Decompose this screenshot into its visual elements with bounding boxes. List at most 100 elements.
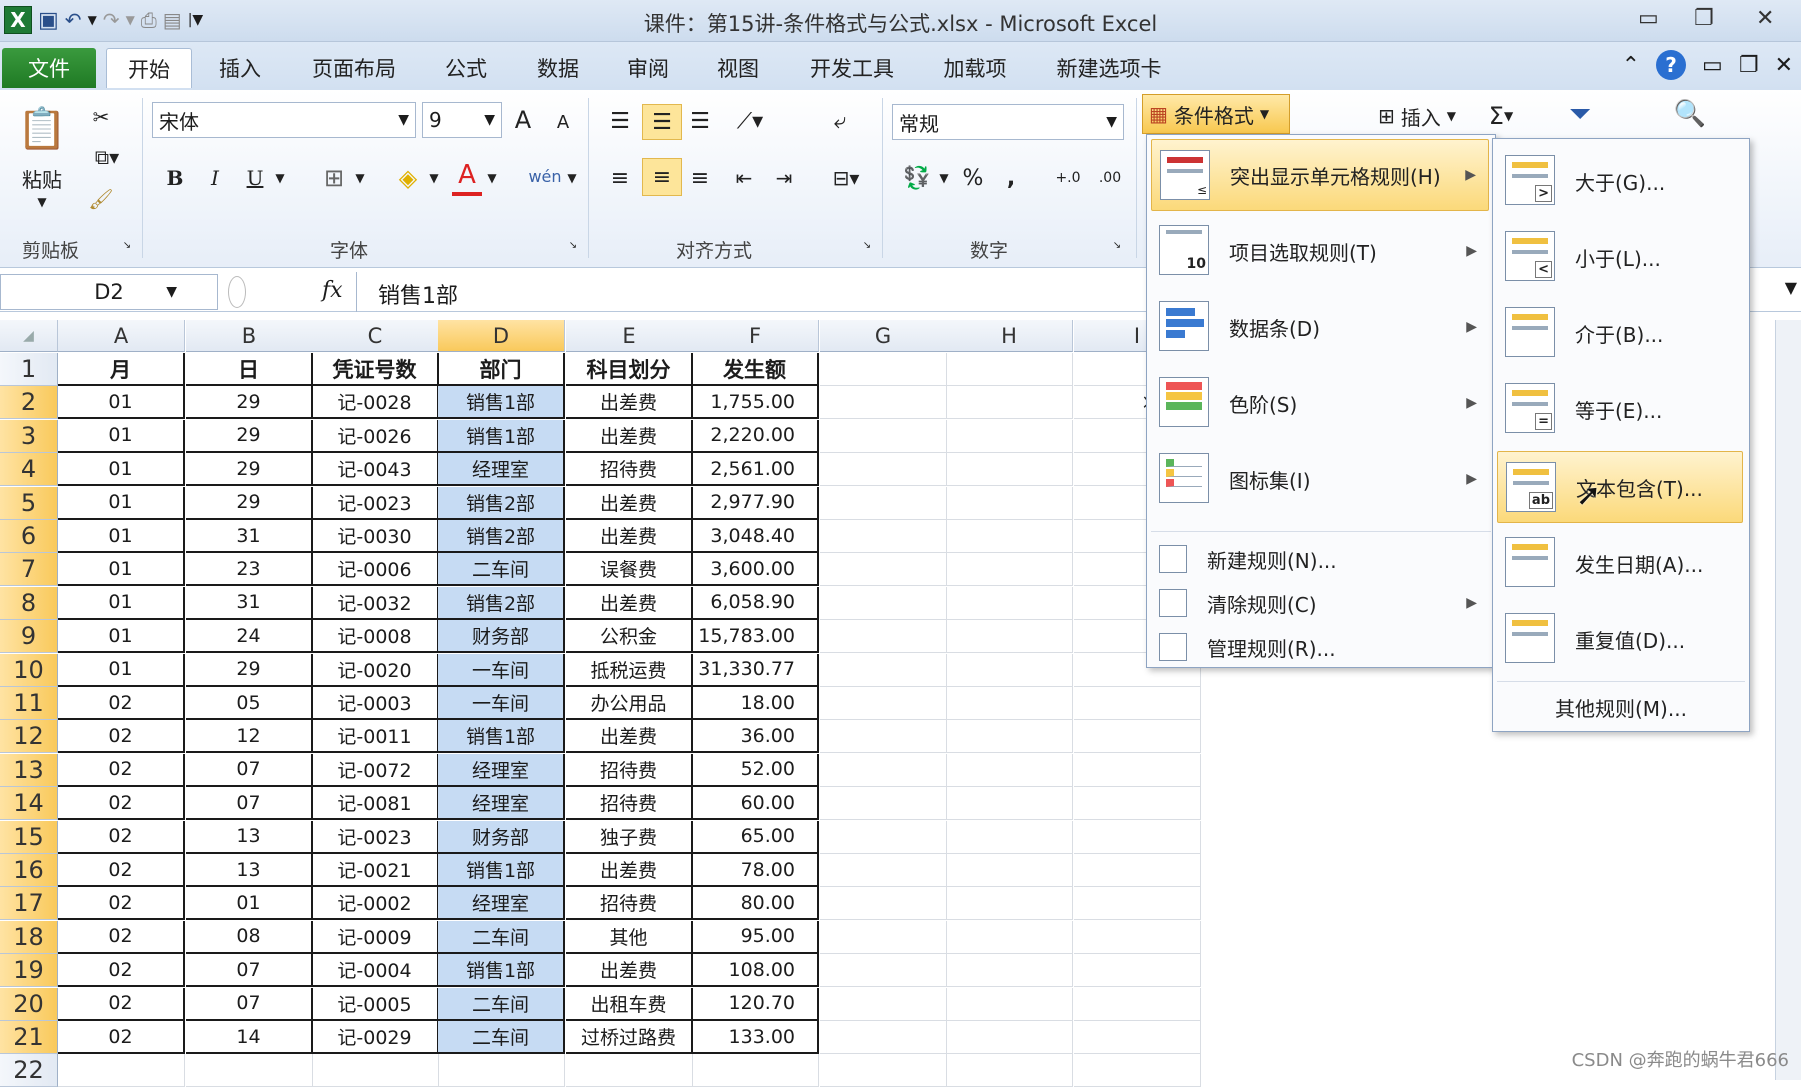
table-cell[interactable]: 01: [58, 419, 185, 453]
select-all-corner[interactable]: ◢: [0, 320, 58, 352]
submenu-item[interactable]: 重复值(D)...: [1497, 603, 1743, 675]
empty-cell[interactable]: [438, 1054, 565, 1087]
table-cell[interactable]: 记-0003: [312, 687, 439, 720]
empty-cell[interactable]: [1074, 1054, 1201, 1087]
table-cell[interactable]: 记-0026: [312, 419, 439, 453]
fill-color-icon[interactable]: ◈: [390, 160, 426, 196]
row-header[interactable]: 8: [0, 586, 58, 620]
table-cell[interactable]: 01: [58, 620, 185, 654]
empty-cell[interactable]: [946, 987, 1073, 1021]
alignment-launcher-icon[interactable]: ↘: [860, 238, 874, 252]
table-cell[interactable]: 31: [186, 586, 313, 620]
selected-cell[interactable]: 二车间: [438, 920, 565, 954]
selected-cell[interactable]: 销售2部: [438, 586, 565, 620]
row-header[interactable]: 14: [0, 787, 58, 821]
table-cell[interactable]: 14: [186, 1021, 313, 1054]
table-cell[interactable]: 出差费: [566, 854, 693, 887]
table-cell[interactable]: 02: [58, 954, 185, 988]
empty-cell[interactable]: [820, 553, 947, 587]
table-cell[interactable]: 抵税运费: [566, 653, 693, 687]
table-cell[interactable]: 23: [186, 553, 313, 587]
table-cell[interactable]: 01: [58, 553, 185, 587]
table-cell[interactable]: 3,600.00: [692, 553, 819, 587]
table-cell[interactable]: 01: [58, 453, 185, 487]
selected-cell[interactable]: 销售2部: [438, 486, 565, 520]
row-header[interactable]: 15: [0, 820, 58, 854]
table-cell[interactable]: 出租车费: [566, 987, 693, 1021]
row-header[interactable]: 3: [0, 419, 58, 453]
table-cell[interactable]: 记-0011: [312, 720, 439, 754]
paste-icon[interactable]: 📋: [14, 98, 70, 158]
accounting-format-icon[interactable]: 💱: [894, 160, 940, 196]
table-cell[interactable]: 6,058.90: [692, 586, 819, 620]
formula-input[interactable]: 销售1部: [378, 278, 458, 310]
empty-cell[interactable]: [820, 419, 947, 453]
row-header[interactable]: 4: [0, 453, 58, 487]
row-header[interactable]: 1: [0, 353, 58, 386]
empty-cell[interactable]: [820, 1054, 947, 1087]
selected-cell[interactable]: 销售2部: [438, 520, 565, 553]
tab-developer[interactable]: 开发工具: [796, 48, 908, 88]
column-header-e[interactable]: E: [566, 320, 693, 352]
orientation-icon[interactable]: ⟋▾: [728, 106, 772, 136]
tab-addins[interactable]: 加载项: [930, 48, 1020, 88]
close-icon[interactable]: ✕: [1756, 6, 1774, 31]
submenu-item-other-rules[interactable]: 其他规则(M)...: [1497, 687, 1743, 727]
borders-dropdown-icon[interactable]: ▼: [352, 166, 368, 190]
table-cell[interactable]: 31: [186, 520, 313, 553]
conditional-format-button[interactable]: ▦ 条件格式 ▼: [1142, 94, 1290, 134]
empty-cell[interactable]: [1074, 787, 1201, 821]
tab-page-layout[interactable]: 页面布局: [296, 48, 412, 88]
middle-align-icon[interactable]: ☰: [642, 104, 682, 140]
merge-center-icon[interactable]: ⊟▾: [822, 160, 870, 196]
table-cell[interactable]: 02: [58, 854, 185, 887]
selected-cell[interactable]: 销售1部: [438, 419, 565, 453]
row-header[interactable]: 22: [0, 1054, 58, 1087]
table-cell[interactable]: 独子费: [566, 820, 693, 854]
fill-color-dropdown-icon[interactable]: ▼: [426, 166, 442, 190]
table-cell[interactable]: 29: [186, 453, 313, 487]
table-cell[interactable]: 记-0030: [312, 520, 439, 553]
selected-cell[interactable]: 经理室: [438, 787, 565, 821]
empty-cell[interactable]: [946, 787, 1073, 821]
expand-formula-bar-icon[interactable]: ▼: [1785, 278, 1797, 297]
submenu-item[interactable]: < 小于(L)...: [1497, 221, 1743, 293]
table-cell[interactable]: 出差费: [566, 520, 693, 553]
collapse-ribbon-icon[interactable]: ⌃: [1622, 53, 1640, 78]
increase-indent-icon[interactable]: ⇥: [766, 160, 802, 196]
row-header[interactable]: 20: [0, 987, 58, 1021]
font-size-combo[interactable]: 9 ▼: [422, 102, 502, 138]
bottom-align-icon[interactable]: ☰: [682, 106, 718, 136]
decrease-decimal-button[interactable]: .00: [1090, 160, 1130, 196]
empty-cell[interactable]: [820, 820, 947, 854]
empty-cell[interactable]: [1074, 920, 1201, 954]
column-header-a[interactable]: A: [58, 320, 185, 352]
menu-item-top-bottom-rules[interactable]: 10 项目选取规则(T) ▶: [1151, 215, 1489, 287]
table-cell[interactable]: 误餐费: [566, 553, 693, 587]
selected-cell[interactable]: 经理室: [438, 753, 565, 787]
table-cell[interactable]: 记-0020: [312, 653, 439, 687]
table-cell[interactable]: 出差费: [566, 419, 693, 453]
minimize-icon[interactable]: ▭: [1638, 6, 1659, 31]
selected-cell[interactable]: 二车间: [438, 1021, 565, 1054]
align-left-icon[interactable]: ≡: [602, 160, 638, 196]
table-cell[interactable]: 95.00: [692, 920, 819, 954]
wrap-text-icon[interactable]: ⤶: [822, 104, 858, 138]
table-cell[interactable]: 12: [186, 720, 313, 754]
empty-cell[interactable]: [946, 520, 1073, 553]
empty-cell[interactable]: [58, 1054, 185, 1087]
font-color-icon[interactable]: A: [452, 158, 482, 196]
copy-icon[interactable]: ⧉▾: [84, 142, 130, 172]
row-header[interactable]: 9: [0, 620, 58, 654]
table-cell[interactable]: 18.00: [692, 687, 819, 720]
chevron-down-icon[interactable]: ▼: [166, 284, 177, 300]
empty-cell[interactable]: [946, 753, 1073, 787]
number-launcher-icon[interactable]: ↘: [1110, 238, 1124, 252]
submenu-item[interactable]: = 等于(E)...: [1497, 373, 1743, 445]
table-cell[interactable]: 记-0023: [312, 820, 439, 854]
table-cell[interactable]: 3,048.40: [692, 520, 819, 553]
menu-item-icon-sets[interactable]: 图标集(I) ▶: [1151, 443, 1489, 515]
empty-cell[interactable]: [946, 386, 1073, 420]
tab-view[interactable]: 视图: [700, 48, 776, 88]
selected-cell[interactable]: 经理室: [438, 453, 565, 487]
